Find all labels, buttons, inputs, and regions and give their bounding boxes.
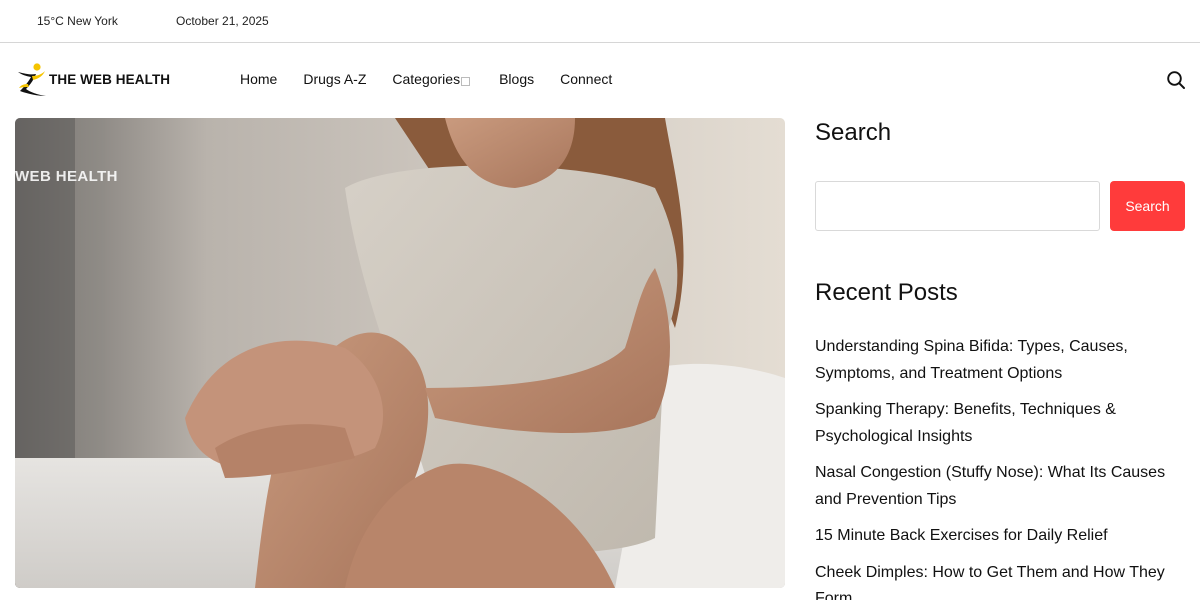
nav-categories[interactable]: Categories <box>392 71 471 87</box>
recent-posts-title: Recent Posts <box>815 279 958 306</box>
site-logo[interactable]: THE WEB HEALTH <box>16 62 170 96</box>
dropdown-caret-icon <box>461 77 471 86</box>
nav-label: Drugs A-Z <box>303 71 367 87</box>
site-header: THE WEB HEALTH Home Drugs A-Z Categories… <box>0 43 1200 118</box>
nav-drugs-a-z[interactable]: Drugs A-Z <box>303 71 366 87</box>
nav-label: Categories <box>392 71 461 87</box>
logo-figure-icon <box>18 63 46 96</box>
weather-info: 15°C New York <box>37 14 118 28</box>
search-icon[interactable] <box>1166 70 1186 90</box>
main-nav: Home Drugs A-Z Categories Blogs Connect <box>240 71 638 87</box>
recent-post-link[interactable]: 15 Minute Back Exercises for Daily Relie… <box>815 523 1185 550</box>
current-date: October 21, 2025 <box>176 14 269 28</box>
nav-label: Connect <box>560 71 613 87</box>
search-button[interactable]: Search <box>1110 181 1185 231</box>
recent-post-link[interactable]: Spanking Therapy: Benefits, Techniques &… <box>815 397 1185 450</box>
nav-connect[interactable]: Connect <box>560 71 612 87</box>
nav-home[interactable]: Home <box>240 71 277 87</box>
image-watermark: WEB HEALTH <box>15 168 118 185</box>
search-input[interactable] <box>815 181 1100 231</box>
search-widget-title: Search <box>815 119 892 146</box>
nav-label: Blogs <box>499 71 535 87</box>
recent-post-link[interactable]: Understanding Spina Bifida: Types, Cause… <box>815 334 1185 387</box>
top-bar: 15°C New York October 21, 2025 <box>0 0 1200 43</box>
recent-post-link[interactable]: Nasal Congestion (Stuffy Nose): What Its… <box>815 460 1185 513</box>
recent-post-link[interactable]: Cheek Dimples: How to Get Them and How T… <box>815 560 1185 600</box>
logo-text: THE WEB HEALTH <box>49 71 171 87</box>
featured-image[interactable]: WEB HEALTH <box>15 118 785 588</box>
nav-blogs[interactable]: Blogs <box>499 71 534 87</box>
recent-posts-list: Understanding Spina Bifida: Types, Cause… <box>815 334 1185 600</box>
nav-label: Home <box>240 71 278 87</box>
hero-photo <box>15 118 785 588</box>
